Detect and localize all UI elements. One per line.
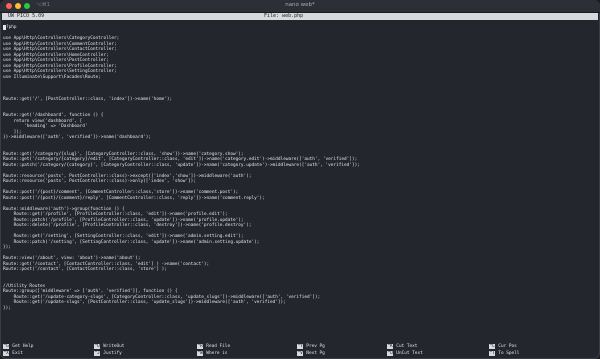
shortcut-key: ^K (387, 344, 394, 349)
terminal-window: ⌥⌘1 nano web* UW PICO 5.09 File: web.php… (0, 0, 600, 359)
nano-header-bar: UW PICO 5.09 File: web.php (2, 13, 598, 20)
shortcut-cur-pos[interactable]: ^C Cur Pos (489, 344, 517, 350)
shortcut-label: Next Pg (306, 350, 325, 356)
shortcut-prev-pg[interactable]: ^Y Prev Pg (297, 344, 325, 350)
shortcut-key: ^Y (297, 344, 304, 349)
shortcut-label: Cur Pos (498, 344, 517, 349)
shortcut-label: Justify (103, 350, 122, 356)
shortcut-label: Exit (12, 350, 23, 356)
shortcut-read-file[interactable]: ^R Read File (197, 344, 230, 350)
file-name: File: web.php (264, 13, 304, 19)
shortcut-uncut-text[interactable]: ^U UnCut Text (387, 350, 423, 357)
code-text: ?php (6, 25, 17, 30)
shortcut-key: ^G (3, 344, 10, 349)
shortcut-key: ^U (387, 350, 394, 356)
shortcut-cut-text[interactable]: ^K Cut Text (387, 344, 417, 350)
shortcut-where-is[interactable]: ^W Where is (197, 350, 228, 357)
shortcut-label: To Spell (498, 350, 520, 356)
shortcut-next-pg[interactable]: ^V Next Pg (297, 350, 325, 357)
shortcut-label: Where is (206, 350, 228, 356)
shortcut-to-spell[interactable]: ^T To Spell (489, 350, 520, 357)
code-line: }); (3, 305, 11, 311)
editor-version: UW PICO 5.09 (8, 13, 45, 19)
shortcut-key: ^T (489, 350, 496, 356)
title-bar: ⌥⌘1 nano web* (0, 0, 600, 13)
code-editor[interactable]: ?php use App\Http\Controllers\CategoryCon… (3, 25, 597, 343)
shortcut-key: ^X (3, 350, 10, 356)
shortcut-justify[interactable]: ^J Justify (94, 350, 122, 357)
shortcut-key: ^C (489, 344, 496, 349)
shortcut-label: UnCut Text (396, 350, 423, 356)
shortcut-key: ^O (94, 344, 101, 349)
shortcut-writeout[interactable]: ^O WriteOut (94, 344, 124, 350)
shortcut-key: ^J (94, 350, 101, 356)
shortcut-key: ^V (297, 350, 304, 356)
shortcut-label: Prev Pg (306, 344, 325, 349)
shortcut-exit[interactable]: ^X Exit (3, 350, 23, 357)
shortcut-label: Read File (206, 344, 231, 349)
shortcut-label: Cut Text (396, 344, 418, 349)
shortcut-bar: ^G Get Help ^X Exit ^O WriteOut ^J Justify ^R Rea… (0, 344, 600, 359)
window-title: nano web* (285, 2, 315, 8)
shortcut-get-help[interactable]: ^G Get Help (3, 344, 33, 350)
shortcut-label: WriteOut (103, 344, 125, 349)
shortcut-key: ^R (197, 344, 204, 349)
shortcut-key: ^W (197, 350, 204, 356)
shortcut-label: Get Help (12, 344, 34, 349)
